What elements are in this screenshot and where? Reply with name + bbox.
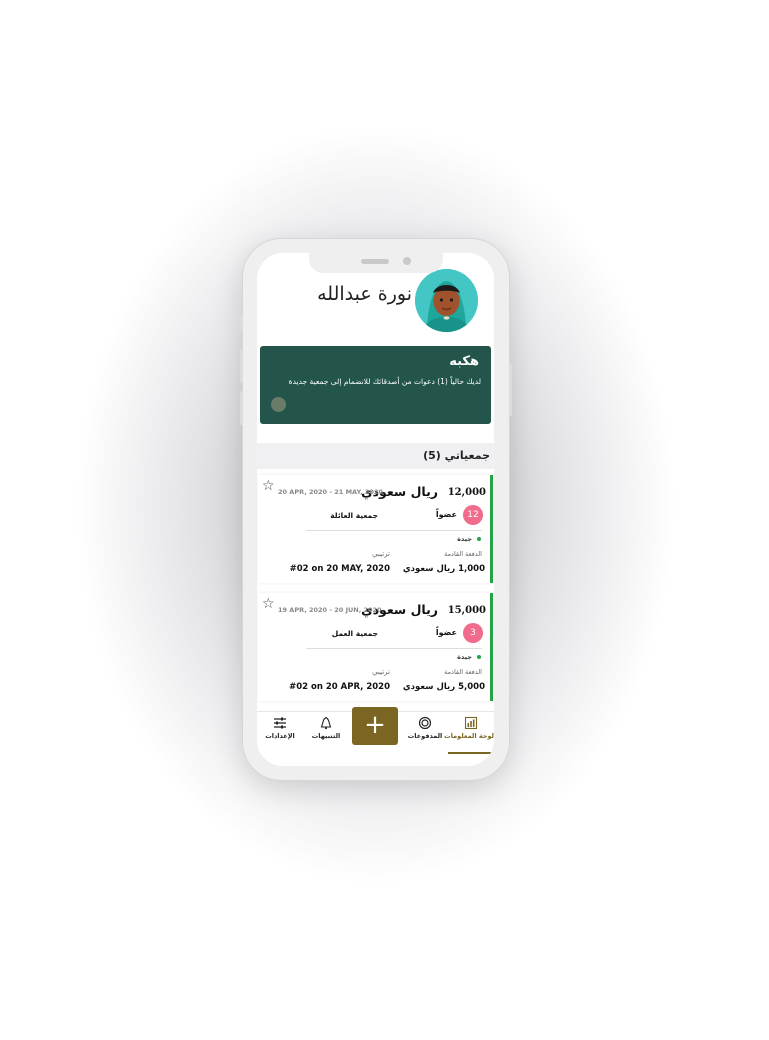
status-text: جيدة [457,535,472,543]
my-groups-header: جمعياتي (5) [257,443,494,469]
nav-dashboard[interactable]: لوحة المعلومات [444,712,494,754]
group-dates: 20 APR, 2020 - 21 MAY, 2020 [278,488,383,496]
invite-title: هكبه [449,354,479,369]
invite-banner[interactable]: هكبه لديك حالياً (1) دعوات من أصدقائك لل… [260,346,491,424]
bottom-nav: الإعدادات التنبيهات + المدفوعات لوحة الم… [257,707,494,766]
app-screen: نورة عبدالله هكبه لديك حالياً (1) دعوات … [257,253,494,766]
group-card[interactable]: ☆ 15,000 ريال سعودي 19 APR, 2020 - 20 JU… [258,593,493,701]
member-count-badge: 12 [463,505,483,525]
group-card[interactable]: ☆ 12,000 ريال سعودي 20 APR, 2020 - 21 MA… [258,475,493,583]
order-label: ترتيبي [372,550,390,558]
next-payment-label: الدفعة القادمة [444,550,482,558]
phone-volume-up [240,349,243,383]
invite-message: لديك حالياً (1) دعوات من أصدقائك للانضما… [288,377,481,386]
group-amount: 15,000 [447,605,486,616]
notch [309,253,443,273]
next-payment-value: 1,000 ريال سعودي [402,564,485,574]
nav-alerts[interactable]: التنبيهات [303,712,349,752]
group-name: جمعية العمل [331,629,378,638]
chart-icon [464,716,478,730]
group-amount: 12,000 [447,487,486,498]
nav-settings-label: الإعدادات [265,732,295,740]
members-label: عضواً [435,628,457,637]
next-payment-value: 5,000 ريال سعودي [402,682,485,692]
nav-payments[interactable]: المدفوعات [402,712,448,752]
user-name: نورة عبدالله [317,283,412,305]
nav-payments-label: المدفوعات [407,732,443,740]
invite-indicator-icon[interactable] [271,397,286,412]
phone-power-button [509,364,512,416]
status-dot-icon [477,537,481,541]
order-value: #02 on 20 APR, 2020 [289,682,390,692]
nav-dashboard-label: لوحة المعلومات [444,732,494,740]
my-groups-title: جمعياتي (5) [423,449,490,462]
order-value: #02 on 20 MAY, 2020 [289,564,390,574]
nav-settings[interactable]: الإعدادات [257,712,303,752]
avatar-illustration [415,269,478,332]
group-dates: 19 APR, 2020 - 20 JUN, 2020 [278,606,382,614]
phone-volume-down [240,391,243,425]
divider [306,530,482,531]
nav-alerts-label: التنبيهات [311,732,341,740]
group-name: جمعية العائلة [330,511,378,520]
speaker [361,259,389,264]
front-camera [403,257,411,265]
phone-side-button [240,314,243,332]
settings-sliders-icon [274,717,286,729]
status-dot-icon [477,655,481,659]
next-payment-label: الدفعة القادمة [444,668,482,676]
star-icon[interactable]: ☆ [262,478,275,494]
coin-icon [418,716,432,730]
phone-frame: نورة عبدالله هكبه لديك حالياً (1) دعوات … [240,239,512,780]
bell-icon [320,716,332,730]
order-label: ترتيبي [372,668,390,676]
members-label: عضواً [435,510,457,519]
star-icon[interactable]: ☆ [262,596,275,612]
divider [306,648,482,649]
avatar[interactable] [415,269,478,332]
member-count-badge: 3 [463,623,483,643]
add-group-button[interactable]: + [352,707,398,745]
status-text: جيدة [457,653,472,661]
